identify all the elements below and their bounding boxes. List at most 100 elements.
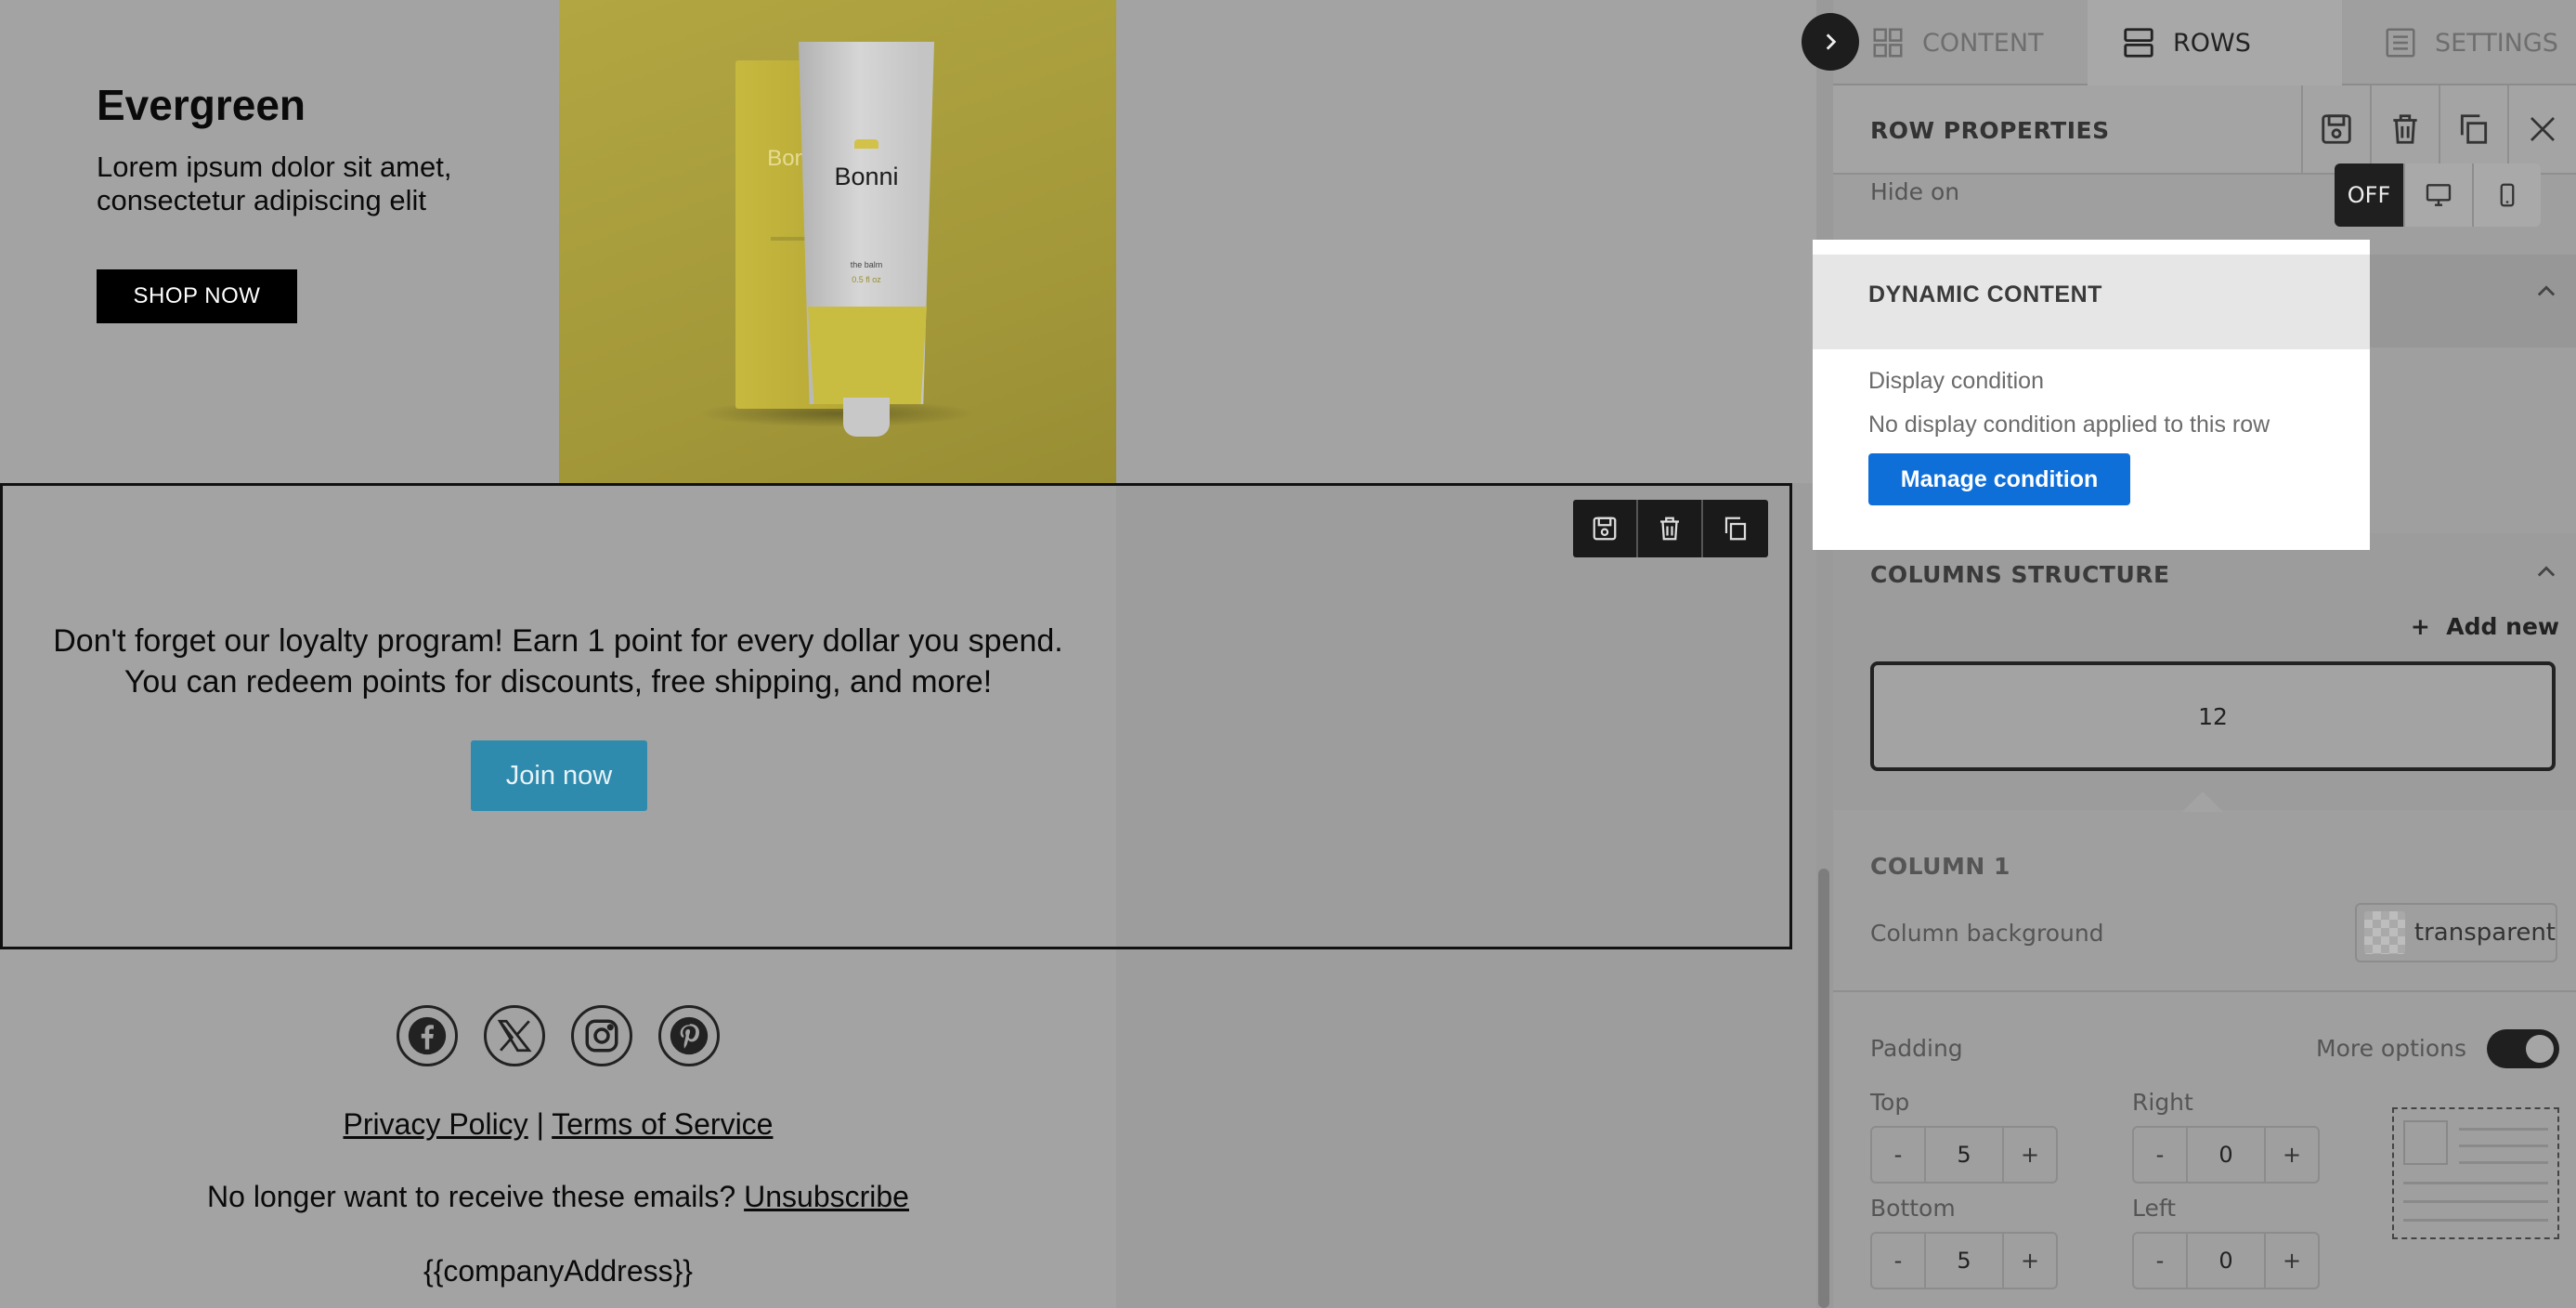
- row-action-toolbar: [1573, 500, 1768, 557]
- tab-content-label: CONTENT: [1922, 28, 2044, 58]
- grid-icon: [1873, 28, 1903, 58]
- manage-condition-button[interactable]: Manage condition: [1868, 453, 2130, 505]
- add-new-label: Add new: [2446, 613, 2559, 640]
- join-now-button[interactable]: Join now: [471, 740, 647, 811]
- settings-list-icon: [2386, 28, 2415, 58]
- padding-bottom-increment[interactable]: +: [2004, 1234, 2056, 1288]
- preview-line: [2403, 1182, 2548, 1184]
- padding-top-decrement[interactable]: -: [1872, 1128, 1924, 1182]
- instagram-icon[interactable]: [571, 1005, 632, 1066]
- product-image[interactable]: Bonni Bonni the balm 0.5 fl oz: [559, 0, 1116, 483]
- privacy-policy-link[interactable]: Privacy Policy: [344, 1107, 528, 1141]
- add-new-column-button[interactable]: + Add new: [2411, 613, 2559, 640]
- transparent-swatch: [2364, 911, 2405, 954]
- tab-rows[interactable]: ROWS: [2088, 0, 2342, 85]
- hide-on-label: Hide on: [1870, 178, 1960, 205]
- terms-of-service-link[interactable]: Terms of Service: [552, 1107, 773, 1141]
- trash-icon: [2393, 114, 2417, 144]
- padding-left-label: Left: [2132, 1195, 2177, 1222]
- preview-line: [2403, 1219, 2548, 1222]
- column-background-picker[interactable]: transparent: [2355, 903, 2557, 962]
- hide-desktop-option[interactable]: [2403, 164, 2472, 227]
- unsubscribe-text: No longer want to receive these emails?: [207, 1180, 736, 1213]
- column-background-label: Column background: [1870, 920, 2104, 947]
- padding-right-label: Right: [2132, 1089, 2193, 1116]
- panel-duplicate-button[interactable]: [2439, 85, 2507, 173]
- facebook-icon[interactable]: [397, 1005, 458, 1066]
- padding-preview: [2392, 1107, 2559, 1239]
- preview-line: [2459, 1144, 2548, 1147]
- more-options-label: More options: [2316, 1035, 2466, 1062]
- padding-left-value[interactable]: 0: [2186, 1234, 2266, 1288]
- footer-links: Privacy Policy | Terms of Service: [0, 1107, 1116, 1142]
- display-condition-label: Display condition: [1868, 368, 2044, 394]
- unsubscribe-link[interactable]: Unsubscribe: [744, 1180, 909, 1213]
- panel-close-button[interactable]: [2507, 85, 2576, 173]
- plus-icon: +: [2410, 613, 2430, 640]
- row-properties-actions: [2301, 85, 2576, 173]
- preview-line: [2459, 1128, 2548, 1131]
- columns-structure-title: COLUMNS STRUCTURE: [1870, 561, 2170, 588]
- dynamic-content-title: DYNAMIC CONTENT: [1868, 281, 2102, 307]
- padding-left-stepper: - 0 +: [2132, 1232, 2320, 1289]
- column-background-value: transparent: [2413, 919, 2556, 947]
- selected-row[interactable]: [0, 483, 1792, 949]
- padding-right-increment[interactable]: +: [2266, 1128, 2318, 1182]
- column-1-title: COLUMN 1: [1870, 853, 2010, 880]
- padding-left-increment[interactable]: +: [2266, 1234, 2318, 1288]
- column-structure-option[interactable]: 12: [1870, 661, 2556, 771]
- more-options-toggle[interactable]: [2487, 1029, 2559, 1068]
- product-brand: Bonni: [834, 163, 899, 190]
- links-separator: |: [536, 1107, 544, 1141]
- no-condition-text: No display condition applied to this row: [1868, 412, 2270, 438]
- chevron-up-icon[interactable]: [2533, 279, 2559, 305]
- padding-right-value[interactable]: 0: [2186, 1128, 2266, 1182]
- row-save-button[interactable]: [1573, 500, 1638, 557]
- tab-content[interactable]: CONTENT: [1870, 0, 2104, 85]
- trash-icon: [1660, 517, 1679, 541]
- row-properties-title: ROW PROPERTIES: [1870, 117, 2110, 144]
- company-address: {{companyAddress}}: [423, 1254, 693, 1288]
- padding-left-decrement[interactable]: -: [2134, 1234, 2186, 1288]
- tab-settings[interactable]: SETTINGS: [2383, 0, 2576, 85]
- panel-delete-button[interactable]: [2370, 85, 2439, 173]
- hero-text-column[interactable]: Evergreen Lorem ipsum dolor sit amet, co…: [0, 0, 559, 483]
- padding-bottom-label: Bottom: [1870, 1195, 1956, 1222]
- hide-mobile-option[interactable]: [2472, 164, 2541, 227]
- hide-off-option[interactable]: OFF: [2335, 164, 2403, 227]
- tab-settings-label: SETTINGS: [2435, 28, 2558, 58]
- panel-save-button[interactable]: [2301, 85, 2370, 173]
- padding-top-value[interactable]: 5: [1924, 1128, 2004, 1182]
- row-duplicate-button[interactable]: [1703, 500, 1768, 557]
- padding-right-decrement[interactable]: -: [2134, 1128, 2186, 1182]
- rows-icon: [2124, 28, 2153, 58]
- product-tube-band: [808, 307, 927, 404]
- collapse-panel-button[interactable]: [1802, 13, 1859, 71]
- preview-line: [2403, 1200, 2548, 1203]
- x-icon[interactable]: [484, 1005, 545, 1066]
- chevron-up-icon[interactable]: [2533, 559, 2559, 585]
- padding-bottom-decrement[interactable]: -: [1872, 1234, 1924, 1288]
- padding-top-stepper: - 5 +: [1870, 1126, 2058, 1184]
- image-placeholder-icon: [2403, 1120, 2448, 1165]
- mobile-icon: [2500, 183, 2515, 207]
- hero-subtitle: Lorem ipsum dolor sit amet, consectetur …: [97, 150, 452, 216]
- pinterest-icon[interactable]: [658, 1005, 720, 1066]
- padding-bottom-value[interactable]: 5: [1924, 1234, 2004, 1288]
- close-icon: [2530, 117, 2555, 141]
- copy-icon: [2460, 114, 2488, 144]
- padding-top-increment[interactable]: +: [2004, 1128, 2056, 1182]
- properties-panel: CONTENT ROWS SETTINGS ROW PROPERTIES Hid…: [1833, 0, 2576, 1308]
- row-delete-button[interactable]: [1638, 500, 1703, 557]
- unsubscribe-line: No longer want to receive these emails? …: [0, 1180, 1116, 1214]
- loyalty-line-2: You can redeem points for discounts, fre…: [124, 664, 993, 700]
- preview-line: [2459, 1161, 2548, 1164]
- canvas-scrollbar-thumb[interactable]: [1818, 869, 1829, 1308]
- row-properties-header: ROW PROPERTIES: [1833, 85, 2576, 175]
- shop-now-button[interactable]: SHOP NOW: [97, 269, 297, 323]
- product-small-text: the balm: [850, 260, 883, 269]
- padding-right-stepper: - 0 +: [2132, 1126, 2320, 1184]
- product-tube-cap: [843, 398, 890, 437]
- hide-on-toggle: OFF: [2335, 164, 2541, 227]
- product-logo-mark: [854, 139, 878, 149]
